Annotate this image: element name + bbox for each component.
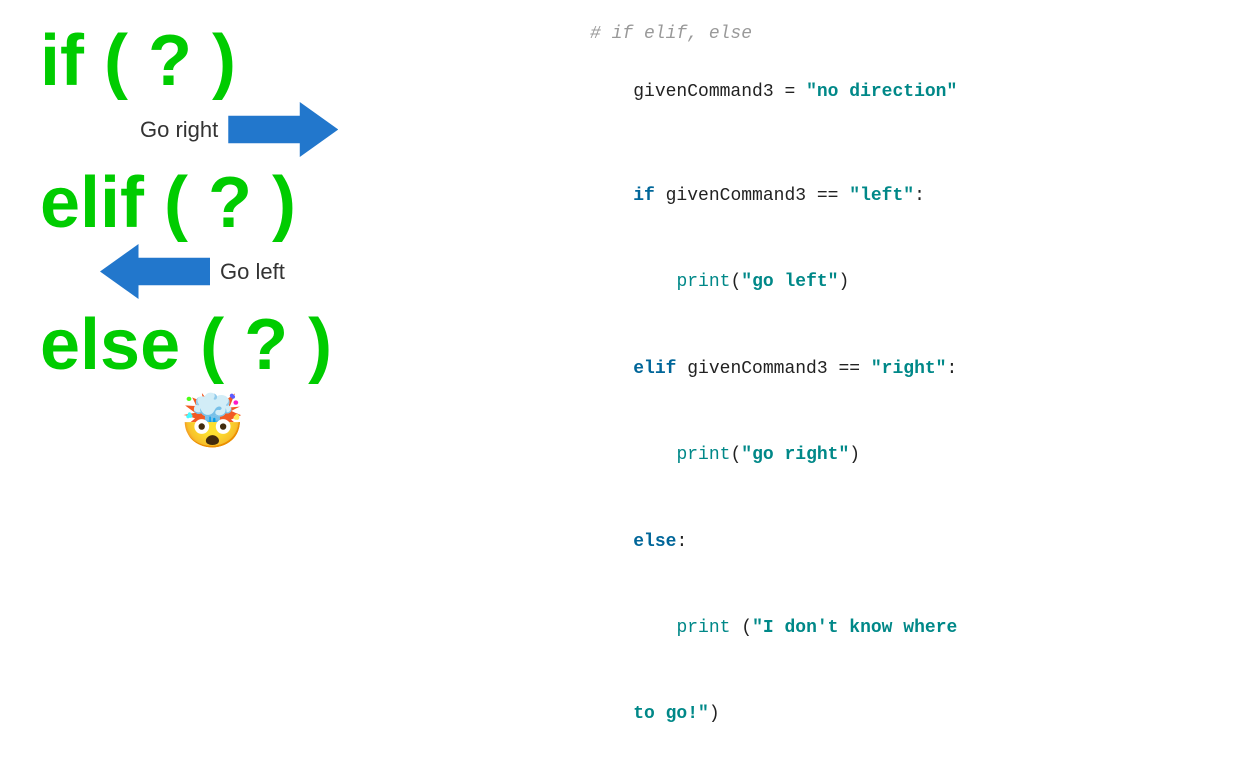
if-statement: if givenCommand3 == "left": (590, 153, 1232, 239)
string-dont-know: "I don't know where (752, 618, 957, 638)
string-to-go: to go!" (633, 704, 709, 724)
string-left: "left" (849, 186, 914, 206)
var-name: givenCommand3 (633, 82, 773, 102)
if-label: if ( ? ) (40, 20, 236, 102)
elif-keyword: elif (633, 359, 676, 379)
confused-emoji: 🤯 (180, 391, 245, 452)
elif-label: elif ( ? ) (40, 162, 296, 244)
go-left-row: Go left (100, 244, 285, 299)
elif-statement: elif givenCommand3 == "right": (590, 326, 1232, 412)
go-right-row: Go right (140, 102, 338, 157)
string-go-left: "go left" (741, 272, 838, 292)
left-panel: if ( ? ) Go right elif ( ? ) Go left els… (0, 0, 560, 545)
print-dont-know-line1: print ("I don't know where (590, 585, 1232, 671)
code-assignment: givenCommand3 = "no direction" (590, 49, 1232, 135)
print-go-left: print("go left") (590, 240, 1232, 326)
string-go-right: "go right" (741, 445, 849, 465)
print-keyword-1: print (676, 272, 730, 292)
print-keyword-3: print (676, 618, 730, 638)
else-keyword: else (633, 532, 676, 552)
print-dont-know-line2: to go!") (590, 672, 1232, 758)
right-panel: # if elif, else givenCommand3 = "no dire… (560, 0, 1252, 545)
code-comment: # if elif, else (590, 20, 1232, 49)
else-label: else ( ? ) (40, 304, 332, 386)
arrow-left-icon (100, 244, 210, 299)
arrow-right-icon (228, 102, 338, 157)
blank-line (590, 135, 1232, 153)
string-no-direction: "no direction" (806, 82, 957, 102)
go-left-label: Go left (220, 259, 285, 285)
print-go-right: print("go right") (590, 412, 1232, 498)
else-statement: else: (590, 499, 1232, 585)
go-right-label: Go right (140, 117, 218, 143)
if-keyword: if (633, 186, 655, 206)
string-right: "right" (871, 359, 947, 379)
print-keyword-2: print (676, 445, 730, 465)
